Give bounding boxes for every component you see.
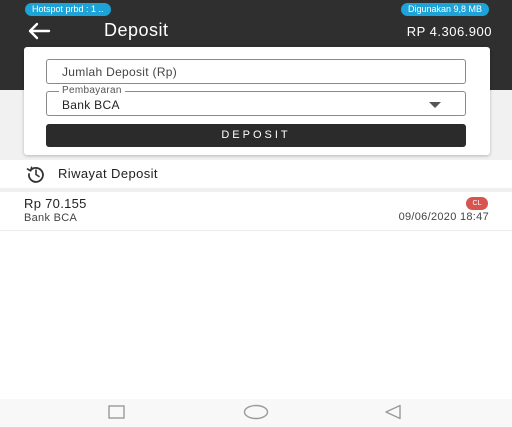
data-usage-status: Digunakan 9,8 MB: [400, 3, 489, 16]
caret-down-icon: [429, 102, 441, 108]
home-icon[interactable]: [243, 404, 269, 420]
deposit-method: Bank BCA: [24, 212, 78, 224]
payment-method-value: Bank BCA: [62, 98, 120, 112]
deposit-date: 09/06/2020 18:47: [398, 211, 489, 223]
system-nav-bar: [0, 399, 512, 427]
deposit-button[interactable]: DEPOSIT: [46, 124, 466, 147]
status-badge: CL: [466, 197, 488, 210]
history-title: Riwayat Deposit: [58, 166, 158, 181]
back-triangle-icon[interactable]: [384, 404, 402, 420]
arrow-left-icon[interactable]: [27, 22, 51, 40]
deposit-form-card: Jumlah Deposit (Rp) Pembayaran Bank BCA …: [24, 47, 490, 155]
hotspot-status: Hotspot prbd : 1 ..: [25, 3, 111, 16]
deposit-amount: Rp 70.155: [24, 196, 87, 211]
history-icon: [26, 166, 44, 183]
payment-method-select[interactable]: Pembayaran Bank BCA: [46, 85, 466, 116]
row-divider: [0, 230, 512, 231]
deposit-amount-input[interactable]: Jumlah Deposit (Rp): [46, 59, 466, 84]
page-title: Deposit: [104, 20, 169, 40]
history-header: Riwayat Deposit: [0, 160, 512, 188]
balance-amount: RP 4.306.900: [406, 24, 492, 39]
deposit-amount-placeholder: Jumlah Deposit (Rp): [62, 65, 178, 79]
payment-method-label: Pembayaran: [59, 85, 125, 96]
list-item[interactable]: Rp 70.155 Bank BCA CL 09/06/2020 18:47: [0, 192, 512, 230]
recent-apps-icon[interactable]: [108, 405, 125, 419]
